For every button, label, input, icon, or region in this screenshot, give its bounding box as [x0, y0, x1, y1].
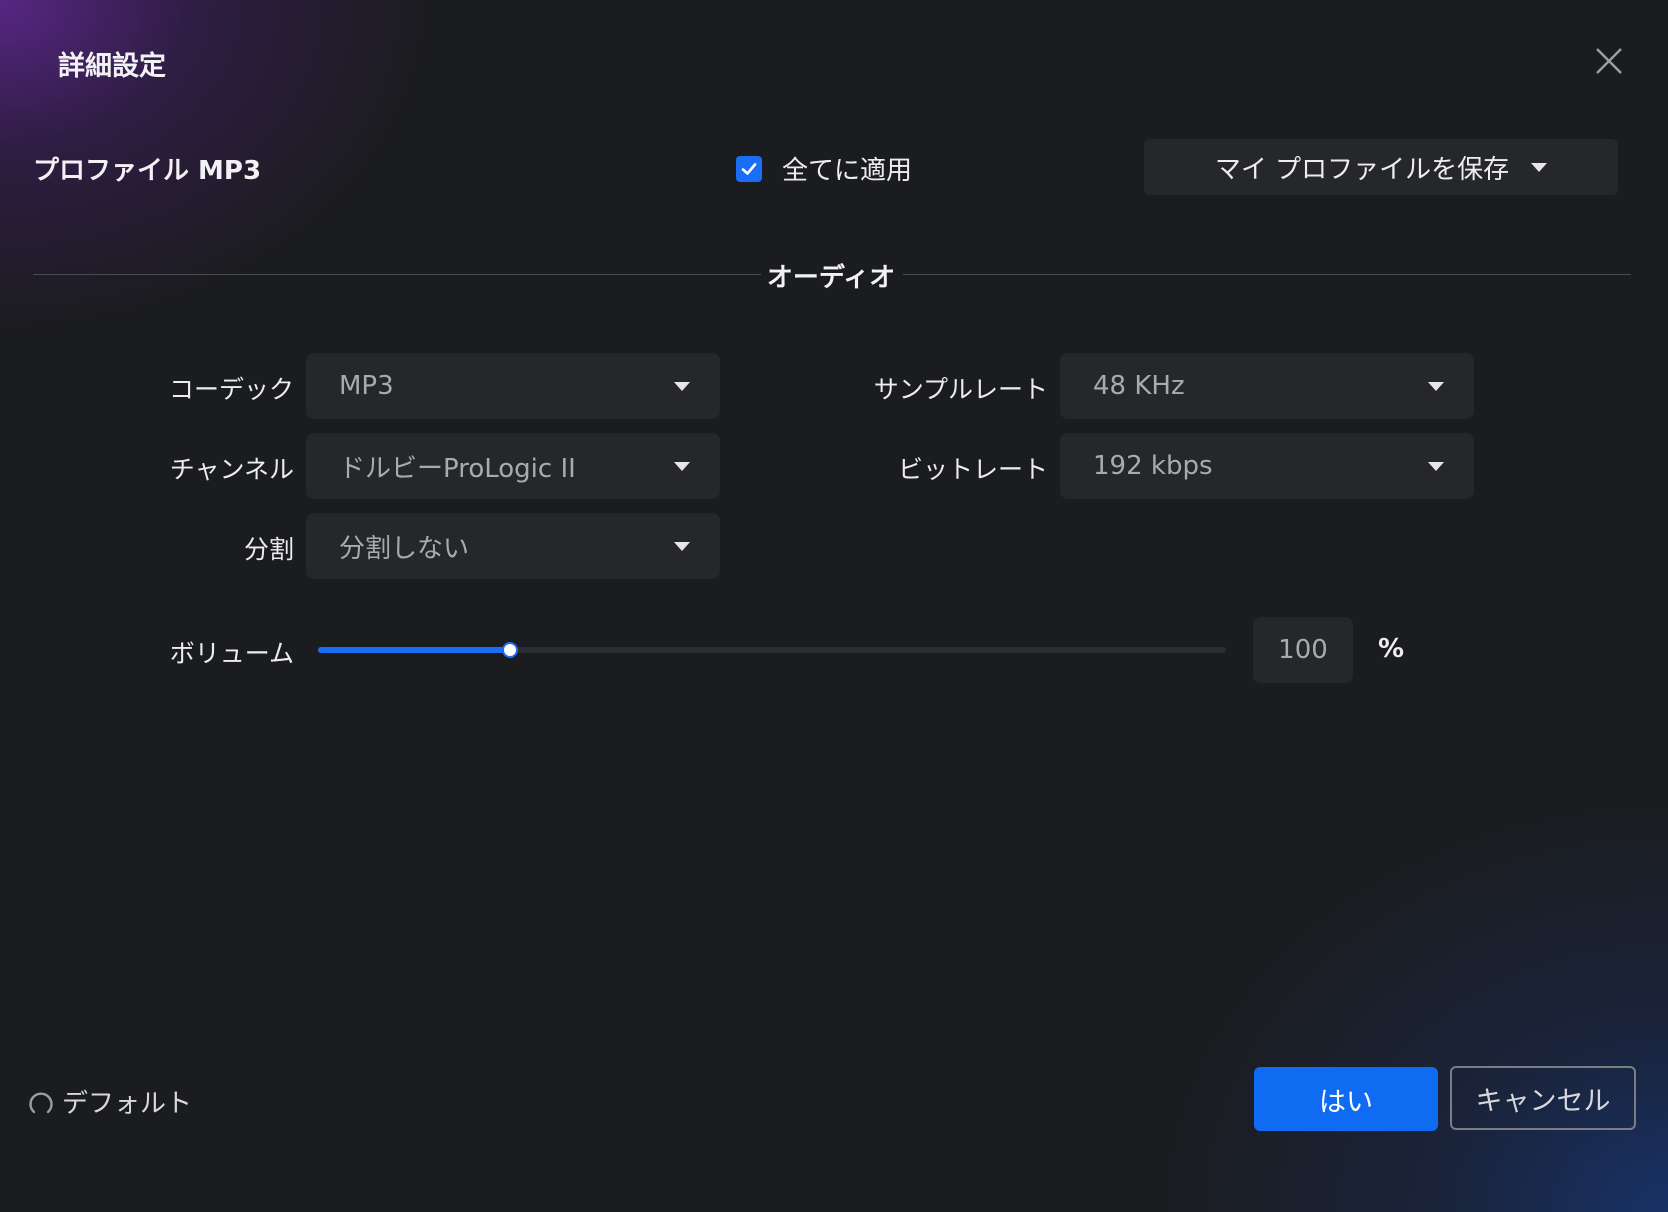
- caret-down-icon: [674, 461, 690, 471]
- volume-value: 100: [1278, 635, 1328, 665]
- codec-value: MP3: [339, 371, 394, 401]
- codec-select[interactable]: MP3: [306, 353, 720, 419]
- caret-down-icon: [674, 381, 690, 391]
- section-divider-left: [33, 274, 761, 275]
- split-value: 分割しない: [339, 533, 470, 564]
- caret-down-icon: [1531, 162, 1548, 172]
- volume-slider[interactable]: [318, 642, 1226, 658]
- default-button[interactable]: デフォルト: [26, 1083, 192, 1120]
- split-select[interactable]: 分割しない: [306, 513, 720, 579]
- section-divider-right: [903, 274, 1631, 275]
- checkbox-checked[interactable]: [736, 155, 762, 182]
- sample-rate-value: 48 KHz: [1093, 371, 1185, 401]
- codec-label: コーデック: [168, 375, 294, 404]
- volume-slider-handle[interactable]: [501, 642, 518, 658]
- volume-input[interactable]: 100: [1253, 617, 1353, 683]
- sample-rate-select[interactable]: 48 KHz: [1060, 353, 1474, 419]
- ok-button[interactable]: はい: [1254, 1067, 1438, 1131]
- split-label: 分割: [243, 535, 294, 564]
- save-profile-dropdown[interactable]: マイ プロファイルを保存: [1144, 139, 1618, 195]
- cancel-button[interactable]: キャンセル: [1450, 1066, 1636, 1130]
- reset-icon: [29, 1092, 53, 1113]
- caret-down-icon: [1428, 381, 1444, 391]
- bitrate-select[interactable]: 192 kbps: [1060, 433, 1474, 499]
- caret-down-icon: [1428, 461, 1444, 471]
- default-label: デフォルト: [62, 1089, 193, 1119]
- save-profile-label: マイ プロファイルを保存: [1214, 154, 1510, 185]
- volume-slider-fill: [318, 647, 509, 653]
- close-button[interactable]: [1594, 46, 1624, 76]
- channel-value: ドルビーProLogic II: [339, 453, 576, 484]
- dialog-title: 詳細設定: [58, 51, 166, 82]
- apply-all-checkbox[interactable]: 全てに適用: [736, 150, 912, 187]
- bitrate-label: ビットレート: [897, 455, 1048, 484]
- bitrate-value: 192 kbps: [1093, 451, 1213, 481]
- section-title: オーディオ: [766, 263, 896, 293]
- channel-label: チャンネル: [169, 455, 294, 484]
- apply-all-label: 全てに適用: [782, 156, 913, 186]
- settings-dialog: 詳細設定 プロファイル MP3 全てに適用 マイ プロファイルを保存 オーディオ…: [0, 0, 1668, 1212]
- checkmark-icon: [741, 162, 757, 175]
- channel-select[interactable]: ドルビーProLogic II: [306, 433, 720, 499]
- caret-down-icon: [674, 541, 690, 551]
- volume-label: ボリューム: [169, 639, 294, 668]
- close-icon: [1596, 48, 1622, 74]
- volume-unit: %: [1378, 634, 1405, 664]
- profile-label: プロファイル MP3: [33, 156, 262, 186]
- sample-rate-label: サンプルレート: [873, 375, 1048, 404]
